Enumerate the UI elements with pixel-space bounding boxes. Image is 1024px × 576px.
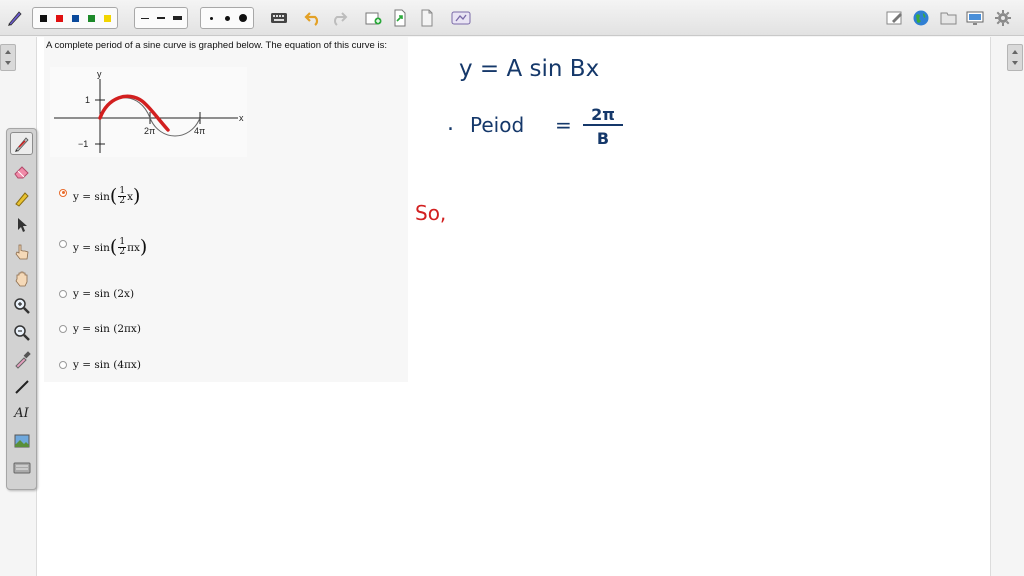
eraser-tool-icon[interactable] — [10, 159, 33, 182]
option-1-prefix: y = sin — [73, 190, 110, 203]
image-tool-icon[interactable] — [10, 429, 33, 452]
handwriting-equals: = — [555, 113, 572, 137]
pen-size-group — [200, 7, 254, 29]
answer-option-2[interactable]: y = sin ( 12 πx ) — [59, 238, 147, 257]
zoom-in-tool-icon[interactable] — [10, 294, 33, 317]
eyedropper-tool-icon[interactable] — [10, 348, 33, 371]
handwriting-so: So, — [415, 201, 447, 225]
handwriting-bullet: . — [447, 111, 454, 136]
option-4-text: y = sin (2πx) — [73, 323, 141, 335]
pen-settings-icon[interactable] — [4, 7, 26, 29]
y-axis-label: y — [97, 69, 102, 79]
option-2-fraction: 12 — [118, 237, 127, 257]
radio-option-3[interactable] — [59, 290, 67, 298]
option-1-fraction: 12 — [118, 186, 127, 206]
question-panel: A complete period of a sine curve is gra… — [44, 37, 408, 382]
open-paren: ( — [109, 185, 118, 207]
answer-option-1[interactable]: y = sin ( 12 x ) — [59, 187, 140, 206]
x-tick-label-2pi: 2π — [144, 126, 155, 136]
zoom-out-tool-icon[interactable] — [10, 321, 33, 344]
sine-graph-svg: y x 1 −1 2π 4π — [54, 69, 244, 153]
top-toolbar — [0, 0, 1024, 36]
color-swatch-yellow[interactable] — [100, 11, 114, 25]
keyboard-icon[interactable] — [268, 7, 290, 29]
y-tick-label-1: 1 — [85, 95, 90, 105]
color-swatch-red[interactable] — [52, 11, 66, 25]
line-style-group — [134, 7, 188, 29]
page-scroll-left[interactable] — [0, 44, 16, 71]
handwriting-equation: y = A sin Bx — [459, 56, 600, 82]
open-folder-icon[interactable] — [938, 7, 960, 29]
close-paren: ) — [139, 236, 148, 258]
handwriting-fraction-numerator: 2π — [583, 105, 623, 126]
pen-size-medium[interactable] — [220, 11, 234, 25]
answer-option-5[interactable]: y = sin (4πx) — [59, 359, 141, 371]
handwriting-period-word: Peiod — [470, 113, 525, 137]
line-style-thick[interactable] — [170, 11, 184, 25]
option-2-prefix: y = sin — [73, 241, 110, 254]
screen-capture-icon[interactable] — [450, 7, 472, 29]
x-tick-label-4pi: 4π — [194, 126, 205, 136]
answer-option-3[interactable]: y = sin (2x) — [59, 288, 134, 300]
option-5-text: y = sin (4πx) — [73, 359, 141, 371]
page-scroll-right[interactable] — [1007, 44, 1023, 71]
export-page-icon[interactable] — [389, 7, 411, 29]
radio-option-2[interactable] — [59, 239, 67, 248]
keyboard-tool-icon[interactable] — [10, 456, 33, 479]
color-swatch-black[interactable] — [36, 11, 50, 25]
settings-gear-icon[interactable] — [992, 7, 1014, 29]
y-tick-label-neg1: −1 — [78, 139, 88, 149]
new-page-icon[interactable] — [362, 7, 384, 29]
pointer-hand-tool-icon[interactable] — [10, 240, 33, 263]
pen-color-group — [32, 7, 118, 29]
x-axis-label: x — [239, 113, 244, 123]
pen-size-large[interactable] — [236, 11, 250, 25]
undo-icon[interactable] — [302, 7, 324, 29]
whiteboard-app: A complete period of a sine curve is gra… — [0, 0, 1024, 576]
answer-option-4[interactable]: y = sin (2πx) — [59, 323, 141, 335]
sine-graph: y x 1 −1 2π 4π — [50, 67, 247, 157]
radio-option-5[interactable] — [59, 361, 67, 369]
select-arrow-tool-icon[interactable] — [10, 213, 33, 236]
handwriting-fraction-denominator: B — [596, 129, 610, 148]
radio-option-1[interactable] — [59, 188, 67, 197]
display-icon[interactable] — [964, 7, 986, 29]
globe-icon[interactable] — [910, 7, 932, 29]
pen-size-small[interactable] — [204, 11, 218, 25]
whiteboard-canvas[interactable]: A complete period of a sine curve is gra… — [36, 37, 991, 576]
line-style-thin[interactable] — [138, 11, 152, 25]
highlighter-tool-icon[interactable] — [10, 186, 33, 209]
color-swatch-blue[interactable] — [68, 11, 82, 25]
option-3-text: y = sin (2x) — [73, 288, 135, 300]
red-traced-curve — [98, 94, 170, 132]
open-paren: ( — [109, 236, 118, 258]
pen-tool-icon[interactable] — [10, 132, 33, 155]
text-tool-icon[interactable]: AΙ — [10, 402, 33, 425]
radio-option-4[interactable] — [59, 325, 67, 333]
blank-page-icon[interactable] — [416, 7, 438, 29]
redo-icon[interactable] — [328, 7, 350, 29]
pan-hand-tool-icon[interactable] — [10, 267, 33, 290]
line-tool-icon[interactable] — [10, 375, 33, 398]
color-swatch-green[interactable] — [84, 11, 98, 25]
option-2-suffix: πx — [127, 241, 140, 254]
question-prompt: A complete period of a sine curve is gra… — [46, 40, 387, 51]
tool-palette: AΙ — [6, 128, 37, 490]
close-paren: ) — [133, 185, 141, 207]
edit-page-icon[interactable] — [884, 7, 906, 29]
line-style-medium[interactable] — [154, 11, 168, 25]
